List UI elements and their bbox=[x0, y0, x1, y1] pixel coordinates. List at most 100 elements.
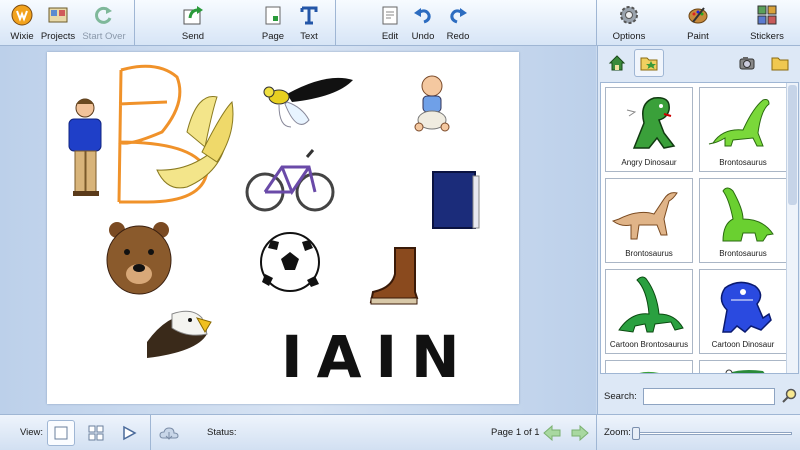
paint-label: Paint bbox=[687, 31, 709, 42]
edit-icon bbox=[379, 4, 401, 26]
page-label: Page bbox=[261, 31, 285, 42]
toolbar-divider bbox=[335, 0, 336, 46]
stickers-label: Stickers bbox=[750, 31, 784, 42]
eagle-sticker[interactable] bbox=[147, 310, 212, 358]
sticker-thumbnail bbox=[639, 371, 659, 373]
single-page-icon bbox=[54, 426, 68, 440]
zoom-slider-track[interactable] bbox=[636, 432, 792, 435]
stickers-button[interactable]: Stickers bbox=[745, 4, 789, 44]
projects-icon bbox=[47, 4, 69, 26]
cartoon-dinosaur-image bbox=[720, 281, 772, 333]
book-sticker[interactable] bbox=[432, 171, 480, 229]
options-gear-icon bbox=[618, 4, 640, 26]
brontosaurus-image bbox=[611, 192, 678, 240]
camera-tab[interactable] bbox=[732, 49, 762, 77]
soccer-ball-sticker[interactable] bbox=[260, 232, 320, 292]
start-over-label: Start Over bbox=[82, 31, 126, 42]
sticker-item[interactable]: Cartoon Dinosaur bbox=[699, 269, 787, 354]
text-button[interactable]: Text bbox=[287, 4, 331, 44]
zoom-slider-knob[interactable] bbox=[632, 427, 640, 440]
send-button[interactable]: Send bbox=[171, 4, 215, 44]
panel-tabs bbox=[598, 46, 800, 80]
sticker-item[interactable]: Brontosaurus bbox=[699, 87, 787, 172]
stickers-icon bbox=[756, 4, 778, 26]
toolbar-divider bbox=[596, 0, 597, 46]
folder-star-tab-icon bbox=[640, 57, 658, 71]
toolbar-divider bbox=[134, 0, 135, 46]
undo-label: Undo bbox=[411, 31, 435, 42]
paint-button[interactable]: Paint bbox=[676, 4, 720, 44]
sticker-item[interactable]: Angry Dinosaur bbox=[605, 87, 693, 172]
redo-icon bbox=[447, 4, 469, 26]
page-icon bbox=[262, 4, 284, 26]
start-over-button[interactable]: Start Over bbox=[81, 4, 127, 44]
projects-label: Projects bbox=[40, 31, 76, 42]
home-tab-icon bbox=[608, 55, 626, 71]
send-icon bbox=[182, 4, 204, 26]
brontosaurus-image bbox=[708, 99, 770, 147]
play-icon bbox=[123, 425, 137, 441]
folder-star-tab[interactable] bbox=[634, 49, 664, 77]
options-label: Options bbox=[612, 31, 646, 42]
sticker-caption: Brontosaurus bbox=[625, 249, 673, 258]
boot-sticker[interactable] bbox=[369, 247, 419, 305]
start-over-icon bbox=[93, 4, 115, 26]
bear-sticker[interactable] bbox=[106, 222, 172, 295]
baby-sticker[interactable] bbox=[414, 75, 450, 132]
sticker-caption: Angry Dinosaur bbox=[621, 158, 677, 167]
camera-tab-icon bbox=[739, 57, 755, 70]
brontosaurus-image bbox=[722, 187, 774, 242]
options-button[interactable]: Options bbox=[607, 4, 651, 44]
search-icon[interactable] bbox=[781, 388, 797, 404]
bottom-divider bbox=[596, 415, 597, 450]
sticker-item[interactable] bbox=[605, 360, 693, 373]
sticker-thumbnail bbox=[725, 369, 765, 373]
sticker-caption: Brontosaurus bbox=[719, 249, 767, 258]
sticker-item[interactable] bbox=[699, 360, 787, 373]
sticker-caption: Cartoon Dinosaur bbox=[711, 340, 775, 349]
scrollbar-thumb[interactable] bbox=[788, 85, 797, 205]
folder-tab-icon bbox=[771, 57, 789, 71]
banana-sticker[interactable] bbox=[156, 95, 234, 189]
grid-view-button[interactable] bbox=[82, 420, 110, 446]
edit-label: Edit bbox=[381, 31, 399, 42]
paint-palette-icon bbox=[687, 4, 709, 26]
previous-page-arrow-icon[interactable] bbox=[543, 425, 561, 441]
redo-button[interactable]: Redo bbox=[436, 4, 480, 44]
search-input[interactable] bbox=[642, 387, 775, 405]
sticker-item[interactable]: Brontosaurus bbox=[605, 178, 693, 263]
undo-icon bbox=[412, 4, 434, 26]
search-row: Search: bbox=[598, 378, 800, 414]
man-sticker[interactable] bbox=[68, 98, 102, 196]
sticker-item[interactable]: Cartoon Brontosaurus bbox=[605, 269, 693, 354]
sticker-item[interactable]: Brontosaurus bbox=[699, 178, 787, 263]
dragonfly-sticker[interactable] bbox=[263, 77, 353, 128]
wixie-label: Wixie bbox=[10, 31, 34, 42]
folder-tab[interactable] bbox=[765, 49, 795, 77]
zoom-label: Zoom: bbox=[604, 427, 631, 438]
view-label: View: bbox=[20, 427, 44, 438]
play-button[interactable] bbox=[115, 420, 143, 446]
text-label: Text bbox=[300, 31, 318, 42]
cloud-sync-icon bbox=[159, 427, 179, 440]
send-label: Send bbox=[181, 31, 205, 42]
sticker-panel: Angry Dinosaur Brontosaurus Brontosaurus… bbox=[597, 46, 800, 414]
bottom-divider bbox=[150, 415, 151, 450]
page-indicator: Page 1 of 1 bbox=[491, 427, 540, 438]
bicycle-sticker[interactable] bbox=[245, 149, 335, 212]
home-tab[interactable] bbox=[602, 49, 632, 77]
sticker-caption: Cartoon Brontosaurus bbox=[609, 340, 689, 349]
single-page-view-button[interactable] bbox=[47, 420, 75, 446]
cloud-sync-button[interactable] bbox=[155, 420, 183, 446]
cartoon-brontosaurus-image bbox=[618, 276, 684, 333]
name-text[interactable]: IAIN bbox=[281, 328, 474, 386]
next-page-arrow-icon[interactable] bbox=[571, 425, 589, 441]
top-toolbar: Wixie Projects Start Over Send Page Text bbox=[0, 0, 800, 46]
gallery-scrollbar[interactable] bbox=[786, 83, 798, 373]
search-label: Search: bbox=[604, 390, 637, 402]
status-label: Status: bbox=[207, 427, 237, 438]
grid-view-icon bbox=[88, 425, 104, 441]
angry-dinosaur-image bbox=[626, 97, 676, 149]
projects-button[interactable]: Projects bbox=[36, 4, 80, 44]
page-canvas[interactable]: IAIN bbox=[47, 52, 519, 404]
